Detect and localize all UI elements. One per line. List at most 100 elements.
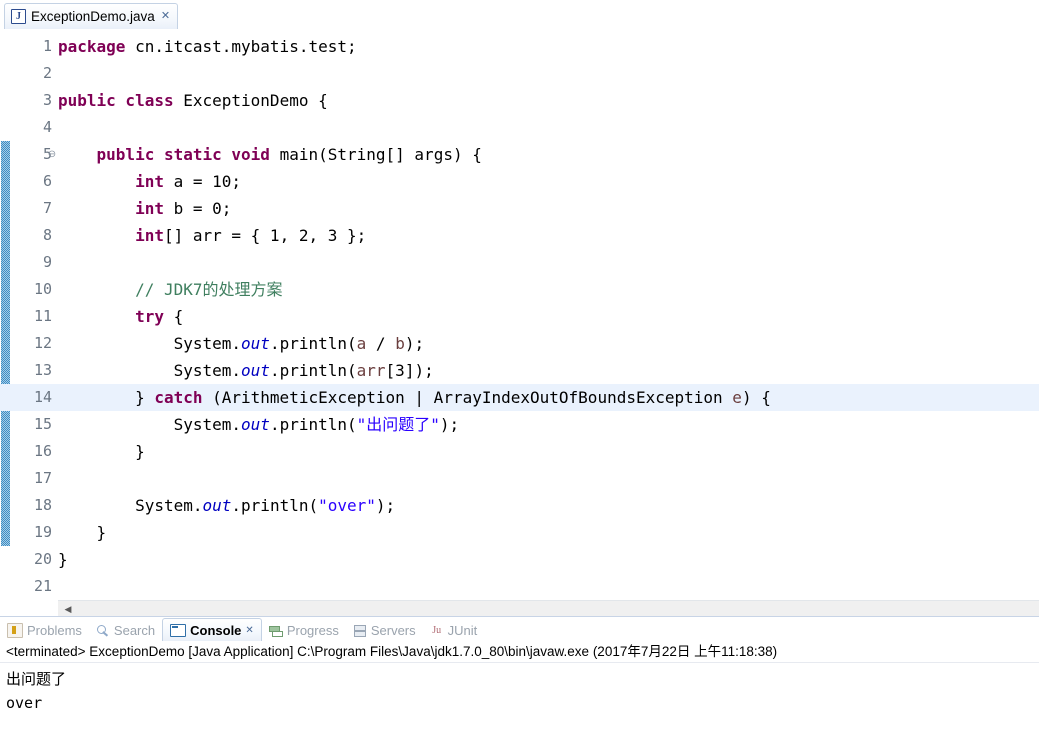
code-token: System.	[58, 496, 203, 515]
view-tab-problems[interactable]: Problems	[0, 619, 89, 641]
code-token: .println(	[269, 334, 357, 353]
code-line[interactable]: 15 System.out.println("出问题了");	[0, 411, 1039, 438]
code-line-text: public static void main(String[] args) {	[58, 141, 482, 168]
code-line-text: }	[58, 519, 107, 546]
code-token: out	[202, 496, 232, 515]
code-line[interactable]: 7 int b = 0;	[0, 195, 1039, 222]
line-number: 20	[33, 550, 52, 568]
code-line[interactable]: 21	[0, 573, 1039, 600]
code-line[interactable]: 3 public class ExceptionDemo {	[0, 87, 1039, 114]
editor-tab-bar: J ExceptionDemo.java ✕	[0, 0, 1039, 31]
view-tab-progress[interactable]: Progress	[262, 619, 346, 641]
line-number: 4	[42, 118, 52, 136]
code-line[interactable]: 12 System.out.println(a / b);	[0, 330, 1039, 357]
code-token: b = 0;	[173, 199, 232, 218]
view-tab-label: Progress	[286, 622, 339, 638]
code-token: ExceptionDemo {	[183, 91, 328, 110]
code-token: (ArithmeticException | ArrayIndexOutOfBo…	[212, 388, 733, 407]
code-line[interactable]: 2	[0, 60, 1039, 87]
code-token: }	[58, 388, 155, 407]
code-line[interactable]: 1 package cn.itcast.mybatis.test;	[0, 33, 1039, 60]
code-token: out	[241, 415, 270, 434]
code-token: "over"	[318, 496, 376, 515]
code-token: }	[58, 442, 145, 461]
progress-icon	[268, 624, 283, 637]
code-line[interactable]: 10 // JDK7的处理方案	[0, 276, 1039, 303]
code-line-text: }	[58, 546, 68, 573]
code-line[interactable]: 19 }	[0, 519, 1039, 546]
junit-icon	[430, 624, 444, 637]
code-token: );	[375, 496, 396, 515]
code-token: // JDK7的处理方案	[135, 280, 283, 299]
view-tab-label: JUnit	[447, 622, 478, 638]
view-tab-console[interactable]: Console ✕	[162, 618, 262, 641]
code-line-text: }	[58, 438, 145, 465]
line-number: 14	[33, 388, 52, 406]
console-icon	[170, 624, 187, 637]
code-line[interactable]: 6 int a = 10;	[0, 168, 1039, 195]
view-tab-bar: Problems Search Console✕ Progress Servers JUn…	[0, 617, 1039, 641]
code-token: int	[135, 226, 164, 245]
code-line[interactable]: 17	[0, 465, 1039, 492]
code-line[interactable]: 11 try {	[0, 303, 1039, 330]
search-icon	[96, 624, 110, 637]
close-icon[interactable]: ✕	[245, 625, 253, 636]
editor-horizontal-scrollbar[interactable]: ◀	[58, 600, 1039, 617]
console-output-line: 出问题了	[6, 670, 67, 688]
view-tab-label: Problems	[27, 622, 82, 638]
view-tab-servers[interactable]: Servers	[346, 619, 423, 641]
code-line[interactable]: 4	[0, 114, 1039, 141]
code-line-text: System.out.println(arr[3]);	[58, 357, 434, 384]
code-token: [3]);	[385, 361, 434, 380]
code-token: try	[135, 307, 174, 326]
code-token: int	[135, 199, 174, 218]
editor-tab-exceptiondemo[interactable]: J ExceptionDemo.java ✕	[4, 3, 179, 29]
code-token: a = 10;	[173, 172, 242, 191]
console-output[interactable]: 出问题了 over	[0, 664, 1039, 752]
code-token: }	[58, 523, 107, 542]
code-token: arr	[356, 361, 386, 380]
line-number: 9	[42, 253, 52, 271]
code-fold-icon[interactable]: ⊖	[46, 141, 58, 168]
close-icon[interactable]: ✕	[160, 11, 170, 22]
code-token: {	[173, 307, 184, 326]
line-number: 3	[42, 91, 52, 109]
line-number: 16	[33, 442, 52, 460]
code-line[interactable]: 9	[0, 249, 1039, 276]
editor-scroll-corner	[0, 600, 58, 616]
code-line[interactable]: 20}	[0, 546, 1039, 573]
code-line[interactable]: 8 int[] arr = { 1, 2, 3 };	[0, 222, 1039, 249]
console-launch-header: <terminated> ExceptionDemo [Java Applica…	[0, 641, 1039, 663]
view-tab-search[interactable]: Search	[89, 619, 162, 641]
view-tab-junit[interactable]: JUnit	[423, 619, 485, 641]
code-token: ) {	[741, 388, 771, 407]
code-editor[interactable]: 1 package cn.itcast.mybatis.test; 2 3 public…	[0, 30, 1039, 600]
code-line-text: try {	[58, 303, 183, 330]
code-line-text: // JDK7的处理方案	[58, 276, 283, 303]
code-line[interactable]: 14 } catch (ArithmeticException | ArrayI…	[0, 384, 1039, 411]
code-line[interactable]: 16 }	[0, 438, 1039, 465]
code-line[interactable]: 18 System.out.println("over");	[0, 492, 1039, 519]
line-number: 2	[42, 64, 52, 82]
code-line[interactable]: 13 System.out.println(arr[3]);	[0, 357, 1039, 384]
code-token: .println(	[269, 415, 357, 434]
code-line-text: System.out.println(a / b);	[58, 330, 425, 357]
code-token: System.	[58, 415, 242, 434]
problems-icon	[7, 622, 23, 638]
code-token: /	[366, 334, 396, 353]
code-line-text: System.out.println("出问题了");	[58, 411, 460, 438]
line-number: 19	[33, 523, 52, 541]
console-output-line: over	[6, 694, 43, 712]
code-token: a	[356, 334, 367, 353]
code-token: .println(	[269, 361, 357, 380]
code-line-text: System.out.println("over");	[58, 492, 395, 519]
java-file-icon: J	[11, 9, 26, 24]
scroll-left-arrow-icon[interactable]: ◀	[62, 603, 74, 615]
code-surface[interactable]: 1 package cn.itcast.mybatis.test; 2 3 public…	[0, 30, 1039, 600]
code-line[interactable]: 5 ⊖ public static void main(String[] args…	[0, 141, 1039, 168]
